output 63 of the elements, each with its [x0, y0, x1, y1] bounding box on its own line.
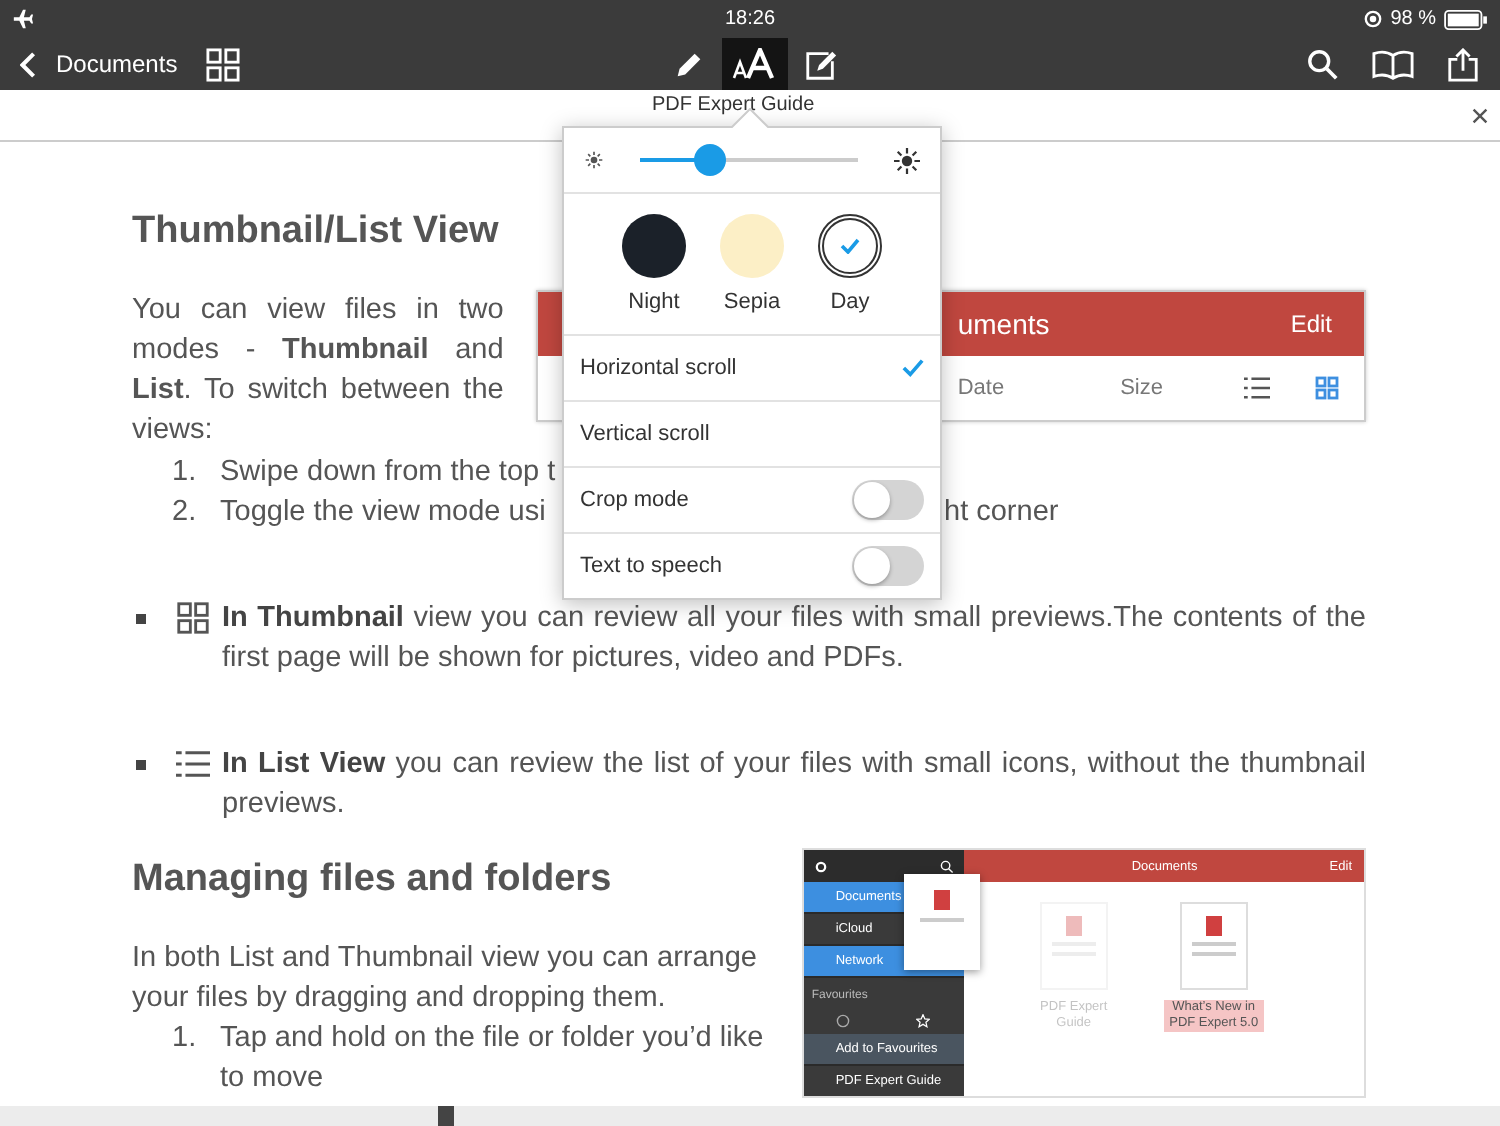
edit-icon[interactable]: [804, 47, 838, 81]
theme-label: Sepia: [723, 290, 781, 314]
document-thumbnail: [1039, 902, 1108, 990]
step-text: Toggle the view mode usi: [220, 494, 548, 532]
step-number: 1.: [172, 1020, 199, 1058]
gear-icon: [813, 859, 828, 873]
theme-swatch[interactable]: [720, 214, 784, 278]
star-icon: [916, 1013, 931, 1027]
dim-sun-icon: [584, 150, 604, 170]
rotation-lock-icon: [1364, 10, 1383, 28]
airplane-icon: [12, 8, 34, 30]
option-row[interactable]: Vertical scroll: [564, 402, 940, 468]
list-icon: [176, 748, 210, 780]
theme-swatch[interactable]: [622, 214, 686, 278]
text-size-icon: [731, 48, 779, 80]
panel-title: uments: [957, 308, 1050, 340]
scrubber-handle[interactable]: [438, 1106, 454, 1126]
theme-swatch[interactable]: [818, 214, 882, 278]
option-label: Text to speech: [580, 554, 722, 578]
search-icon: [939, 859, 954, 873]
option-label: Crop mode: [580, 488, 689, 512]
step-number: 2.: [172, 494, 199, 532]
paragraph: In List View you can review the list of your files with small icons, without the thumbnail previews.: [222, 746, 1366, 824]
battery-percent: 98 %: [1390, 8, 1436, 30]
clock-time: 18:26: [724, 8, 776, 30]
toggle-switch[interactable]: [852, 546, 924, 586]
option-row[interactable]: Crop mode: [564, 468, 940, 534]
paragraph: You can view files in two modes - Thumbnail and List. To switch between the views:: [132, 292, 504, 450]
option-row[interactable]: Text to speech: [564, 534, 940, 598]
battery-icon: [1444, 9, 1488, 29]
bullet-mark: [136, 614, 146, 624]
share-icon[interactable]: [1446, 47, 1480, 81]
grid-icon: [176, 602, 210, 634]
section-heading: Thumbnail/List View: [132, 208, 499, 256]
back-button[interactable]: Documents: [20, 50, 178, 78]
theme-label: Night: [628, 290, 680, 314]
close-icon[interactable]: [1472, 108, 1488, 124]
paragraph: In both List and Thumbnail view you can arrange your files by dragging and dropping them.: [132, 940, 759, 1018]
option-label: Horizontal scroll: [580, 356, 737, 380]
step-text: Swipe down from the top t: [220, 454, 558, 492]
clock-icon: [836, 1013, 851, 1027]
toggle-switch[interactable]: [852, 480, 924, 520]
option-row[interactable]: Horizontal scroll: [564, 336, 940, 402]
theme-label: Day: [830, 290, 870, 314]
book-icon[interactable]: [1372, 47, 1414, 81]
option-label: Vertical scroll: [580, 422, 710, 446]
bright-sun-icon: [894, 147, 920, 173]
search-icon[interactable]: [1306, 47, 1340, 81]
column-header: Size: [1120, 376, 1163, 400]
section-heading: Managing files and folders: [132, 856, 612, 904]
paragraph: In Thumbnail view you can review all your files with small previews.The contents of the first page will be shown for pictures, video and PDFs.: [222, 600, 1366, 678]
text-settings-button[interactable]: [722, 38, 788, 90]
bullet-mark: [136, 760, 146, 770]
grid-icon[interactable]: [205, 47, 240, 81]
grid-icon: [1314, 376, 1340, 400]
step-text: ht corner: [944, 494, 1059, 532]
list-icon: [1244, 376, 1270, 400]
back-chevron-icon: [20, 51, 36, 77]
step-text: Tap and hold on the file or folder you’d like to move: [220, 1020, 766, 1098]
column-header: Date: [957, 376, 1005, 400]
step-number: 1.: [172, 454, 199, 492]
slider-thumb[interactable]: [694, 144, 726, 176]
document-thumbnail: [1179, 902, 1248, 990]
